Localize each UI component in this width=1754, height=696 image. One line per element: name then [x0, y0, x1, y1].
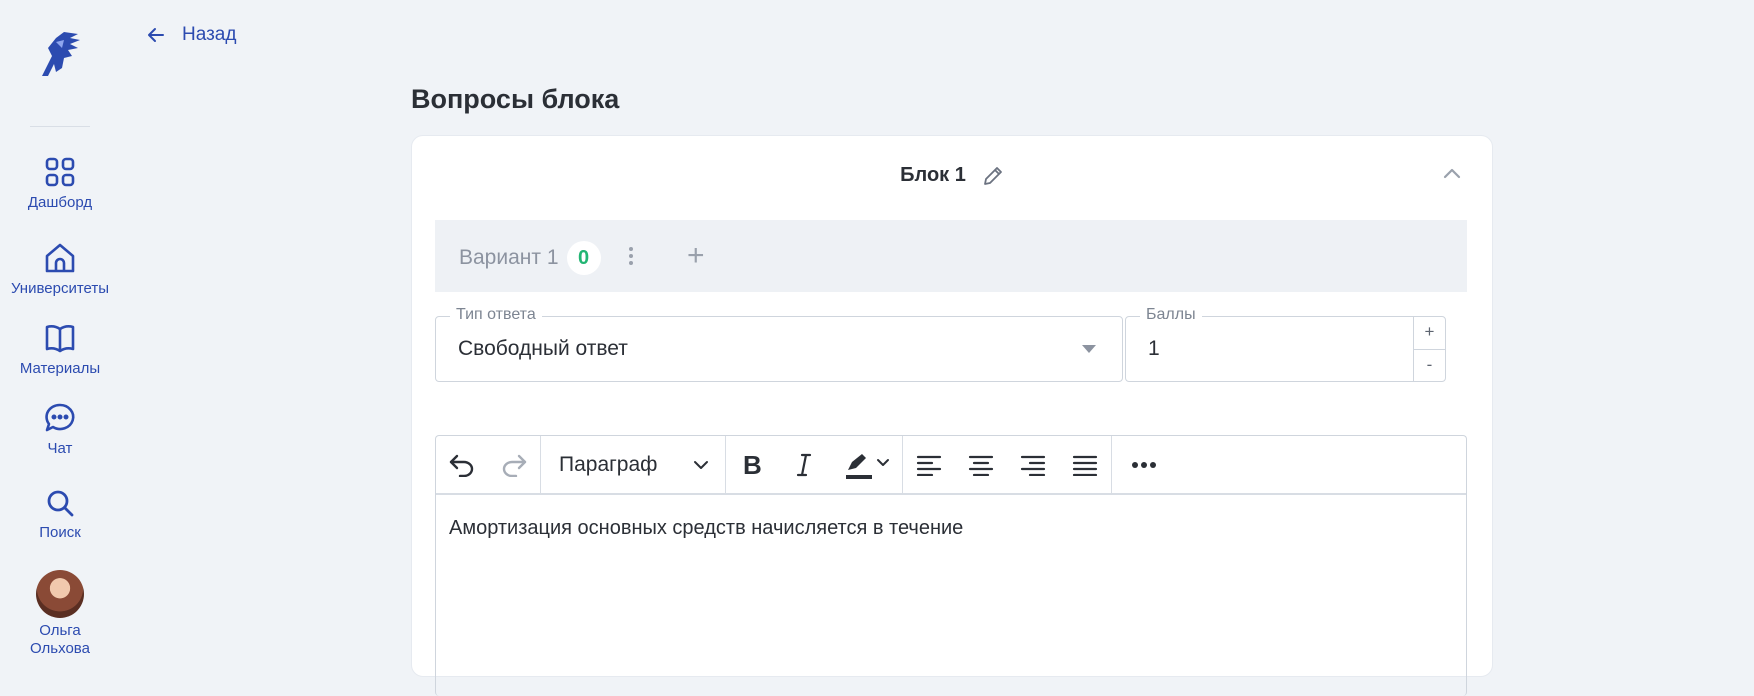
sidebar-item-label: Чат: [47, 440, 73, 457]
bold-icon: B: [743, 452, 762, 478]
align-left-icon: [916, 455, 942, 476]
align-center-button[interactable]: [955, 436, 1007, 493]
page-title: Вопросы блока: [411, 84, 620, 114]
bold-button[interactable]: B: [726, 436, 778, 493]
answer-type-label: Тип ответа: [450, 306, 542, 324]
add-variant-button[interactable]: +: [687, 241, 705, 271]
more-horizontal-icon: [1132, 461, 1156, 468]
rich-text-editor: Параграф B Амортизация основных средств …: [435, 435, 1467, 696]
question-count-badge: 0: [566, 241, 601, 275]
align-left-button[interactable]: [903, 436, 955, 493]
sidebar-item-universities[interactable]: Университеты: [0, 242, 120, 297]
sidebar-item-label: Дашборд: [27, 194, 93, 211]
editor-toolbar: Параграф B: [436, 436, 1466, 495]
history-group: [436, 436, 541, 493]
block-format-value: Параграф: [559, 452, 658, 476]
book-icon: [45, 325, 75, 353]
align-group: [903, 436, 1112, 493]
increment-button[interactable]: +: [1414, 317, 1445, 350]
user-last-name: Ольхова: [30, 640, 90, 657]
points-label: Баллы: [1140, 306, 1202, 324]
points-field[interactable]: Баллы 1 + -: [1125, 306, 1446, 382]
chat-icon: [45, 403, 75, 432]
dashboard-grid-icon: [45, 157, 75, 187]
arrow-left-icon: [148, 28, 164, 42]
chevron-down-icon: [694, 460, 708, 469]
highlight-marker-icon: [846, 453, 889, 479]
university-icon: [45, 243, 75, 273]
block-title: Блок 1: [900, 164, 966, 186]
user-first-name: Ольга: [39, 622, 81, 639]
avatar[interactable]: [36, 570, 84, 618]
variant-tabs: Вариант 1 0 +: [435, 220, 1467, 292]
align-justify-icon: [1072, 455, 1098, 476]
align-right-button[interactable]: [1007, 436, 1059, 493]
italic-icon: [796, 453, 812, 476]
redo-icon: [502, 454, 527, 477]
format-group: Параграф: [541, 436, 726, 493]
pencil-edit-icon[interactable]: [982, 165, 1004, 187]
block-header: Блок 1: [412, 164, 1492, 187]
highlight-color-button[interactable]: [830, 436, 902, 493]
align-justify-button[interactable]: [1059, 436, 1111, 493]
italic-button[interactable]: [778, 436, 830, 493]
tab-label: Вариант 1: [459, 246, 559, 269]
sidebar: Дашборд Университеты Материалы Чат Поиск…: [0, 0, 120, 658]
points-stepper: + -: [1413, 317, 1445, 381]
more-options-button[interactable]: [1112, 436, 1176, 493]
tab-variant-1[interactable]: Вариант 1 0: [459, 241, 601, 275]
sidebar-item-label: Университеты: [10, 280, 110, 297]
align-center-icon: [968, 455, 994, 476]
align-right-icon: [1020, 455, 1046, 476]
block-card: Блок 1 Вариант 1 0 + Тип ответа Свободны…: [411, 135, 1493, 696]
sidebar-item-label: Материалы: [19, 360, 101, 377]
editor-content[interactable]: Амортизация основных средств начисляется…: [436, 495, 1466, 562]
points-value[interactable]: 1: [1148, 337, 1160, 361]
sidebar-item-label: Поиск: [39, 524, 81, 541]
block-format-select[interactable]: Параграф: [541, 436, 725, 493]
style-group: B: [726, 436, 903, 493]
undo-icon: [449, 454, 474, 477]
search-icon: [47, 490, 74, 517]
sidebar-item-materials[interactable]: Материалы: [0, 322, 120, 377]
more-vertical-icon[interactable]: [627, 246, 635, 266]
logo-icon[interactable]: [34, 28, 86, 80]
sidebar-item-search[interactable]: Поиск: [0, 488, 120, 541]
answer-type-select[interactable]: Тип ответа Свободный ответ: [435, 306, 1123, 382]
answer-type-value: Свободный ответ: [458, 337, 628, 360]
redo-button[interactable]: [488, 436, 540, 493]
sidebar-divider: [30, 126, 90, 127]
decrement-button[interactable]: -: [1414, 350, 1445, 382]
back-label: Назад: [182, 24, 237, 45]
caret-down-icon: [1082, 345, 1096, 353]
sidebar-item-chat[interactable]: Чат: [0, 402, 120, 457]
sidebar-item-dashboard[interactable]: Дашборд: [0, 156, 120, 211]
undo-button[interactable]: [436, 436, 488, 493]
back-link[interactable]: Назад: [146, 24, 236, 46]
svg-text:B: B: [743, 452, 762, 478]
sidebar-user[interactable]: Ольга Ольхова: [0, 570, 120, 658]
chevron-up-icon[interactable]: [1442, 166, 1462, 180]
